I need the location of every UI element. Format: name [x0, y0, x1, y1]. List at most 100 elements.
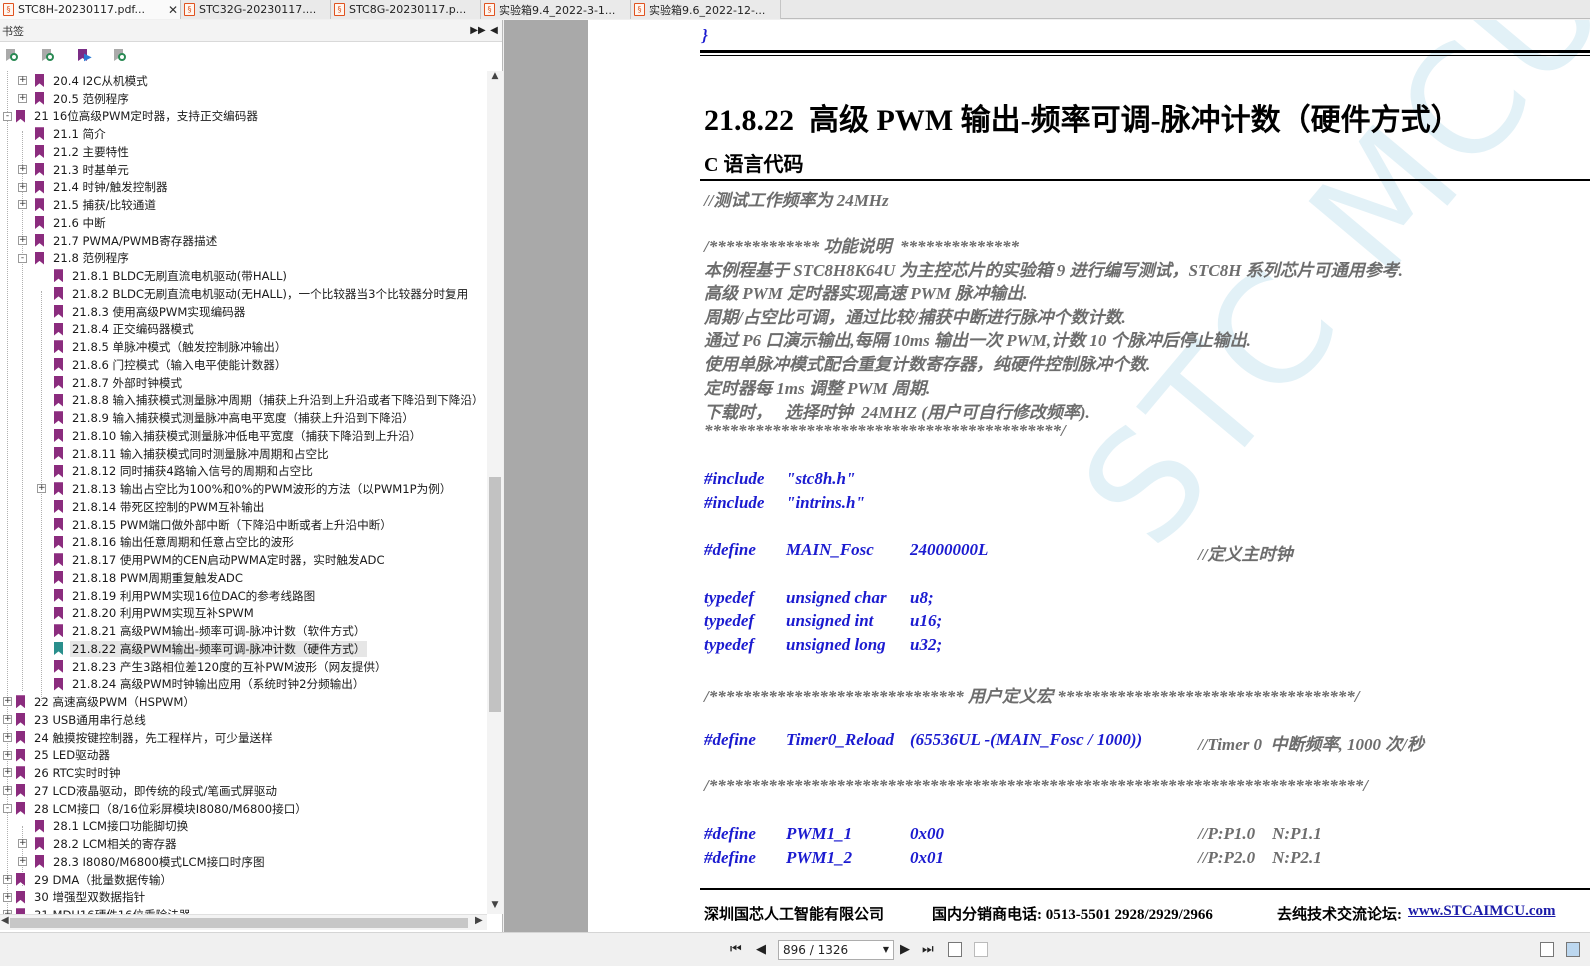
tab-document[interactable]: § 实验箱9.6_2022-12-...: [631, 0, 781, 19]
bookmark-item[interactable]: 21.1 简介: [0, 125, 487, 143]
tab-document[interactable]: § STC32G-20230117....: [181, 0, 331, 19]
bookmark-item[interactable]: 21.8.23 产生3路相位差120度的互补PWM波形（网友提供）: [0, 658, 487, 676]
bookmark-collapse-icon[interactable]: [40, 48, 56, 64]
expand-icon[interactable]: +: [3, 786, 12, 795]
panel-collapse-icon[interactable]: ◀: [486, 25, 502, 36]
scroll-thumb[interactable]: [489, 477, 501, 712]
expand-icon[interactable]: +: [18, 76, 27, 85]
next-page-button[interactable]: ▶: [900, 942, 910, 957]
bookmark-item[interactable]: 21.2 主要特性: [0, 143, 487, 161]
fit-width-icon[interactable]: [948, 942, 962, 957]
single-page-view-icon[interactable]: [1540, 942, 1554, 957]
bookmark-goto-icon[interactable]: ▶: [76, 48, 92, 64]
bookmark-item[interactable]: 21.6 中断: [0, 214, 487, 232]
bookmark-item[interactable]: +23 USB通用串行总线: [0, 711, 487, 729]
bookmark-item[interactable]: 21.8.15 PWM端口做外部中断（下降沿中断或者上升沿中断）: [0, 516, 487, 534]
bookmarks-horizontal-scrollbar[interactable]: ◀ ▶: [0, 914, 487, 930]
bookmark-item[interactable]: 21.8.18 PWM周期重复触发ADC: [0, 569, 487, 587]
bookmark-item[interactable]: +29 DMA（批量数据传输）: [0, 871, 487, 889]
bookmark-item[interactable]: +21.4 时钟/触发控制器: [0, 179, 487, 197]
continuous-view-icon[interactable]: [1566, 942, 1580, 957]
bookmark-item[interactable]: 21.8.2 BLDC无刷直流电机驱动(无HALL)，一个比较器当3个比较器分时…: [0, 285, 487, 303]
bookmark-item[interactable]: 21.8.4 正交编码器模式: [0, 321, 487, 339]
bookmark-item[interactable]: 21.8.11 输入捕获模式同时测量脉冲周期和占空比: [0, 445, 487, 463]
expand-icon[interactable]: +: [3, 697, 12, 707]
expand-icon[interactable]: +: [37, 484, 46, 494]
bookmark-item[interactable]: +20.4 I2C从机模式: [0, 72, 487, 90]
tab-document[interactable]: § STC8H-20230117.pdf... ✕: [0, 0, 181, 19]
bookmark-item[interactable]: 21.8.14 带死区控制的PWM互补输出: [0, 498, 487, 516]
bookmark-item[interactable]: +30 增强型双数据指针: [0, 889, 487, 907]
bookmark-item[interactable]: - 28 LCM接口（8/16位彩屏模块I8080/M6800接口）: [0, 800, 487, 818]
bookmark-item[interactable]: 21.8.20 利用PWM实现互补SPWM: [0, 605, 487, 623]
expand-icon[interactable]: +: [3, 750, 12, 760]
bookmark-expand-icon[interactable]: [4, 48, 20, 64]
bookmark-item[interactable]: +20.5 范例程序: [0, 90, 487, 108]
bookmark-item[interactable]: 21.8.24 高级PWM时钟输出应用（系统时钟2分频输出）: [0, 676, 487, 694]
page-number-input[interactable]: 896 / 1326 ▼: [778, 940, 894, 960]
bookmark-item[interactable]: 28.1 LCM接口功能脚切换: [0, 818, 487, 836]
bookmark-item[interactable]: 21.8.21 高级PWM输出-频率可调-脉冲计数（软件方式）: [0, 622, 487, 640]
expand-icon[interactable]: +: [18, 200, 27, 210]
collapse-icon[interactable]: -: [3, 111, 12, 121]
bookmark-item[interactable]: 21.8.16 输出任意周期和任意占空比的波形: [0, 534, 487, 552]
scroll-left-icon[interactable]: ◀: [1, 915, 9, 926]
bookmark-item[interactable]: 21.8.7 外部时钟模式: [0, 374, 487, 392]
bookmark-item[interactable]: +22 高速高级PWM（HSPWM）: [0, 693, 487, 711]
bookmark-item[interactable]: 21.8.1 BLDC无刷直流电机驱动(带HALL): [0, 267, 487, 285]
chevron-down-icon[interactable]: ▼: [883, 941, 889, 959]
hscroll-thumb[interactable]: [10, 918, 468, 928]
expand-icon[interactable]: +: [18, 93, 27, 103]
bookmark-item[interactable]: 21.8.22 高级PWM输出-频率可调-脉冲计数（硬件方式）: [0, 640, 487, 658]
bookmark-item[interactable]: +24 触摸按键控制器，先工程样片，可少量送样: [0, 729, 487, 747]
bookmark-item[interactable]: +26 RTC实时时钟: [0, 764, 487, 782]
bookmark-item[interactable]: +31 MDU16硬件16位乘除法器: [0, 906, 487, 914]
bookmark-item[interactable]: 21.8.9 输入捕获模式测量脉冲高电平宽度（捕获上升沿到下降沿）: [0, 409, 487, 427]
bookmark-item[interactable]: 21.8.3 使用高级PWM实现编码器: [0, 303, 487, 321]
bookmark-item[interactable]: +25 LED驱动器: [0, 747, 487, 765]
fit-page-icon[interactable]: [974, 942, 988, 957]
last-page-button[interactable]: ⏭: [922, 942, 934, 957]
bookmark-item[interactable]: 21.8.12 同时捕获4路输入信号的周期和占空比: [0, 463, 487, 481]
expand-icon[interactable]: +: [18, 839, 27, 849]
bookmark-item[interactable]: +27 LCD液晶驱动，即传统的段式/笔画式屏驱动: [0, 782, 487, 800]
bookmark-item[interactable]: +28.3 I8080/M6800模式LCM接口时序图: [0, 853, 487, 871]
bookmark-item[interactable]: +21.7 PWMA/PWMB寄存器描述: [0, 232, 487, 250]
expand-icon[interactable]: +: [18, 857, 27, 866]
prev-page-button[interactable]: ◀: [756, 942, 766, 957]
collapse-icon[interactable]: -: [3, 803, 12, 813]
scroll-down-icon[interactable]: ▼: [487, 900, 503, 914]
bookmark-item[interactable]: +21.3 时基单元: [0, 161, 487, 179]
bookmark-item[interactable]: +21.8.13 输出占空比为100%和0%的PWM波形的方法（以PWM1P为例…: [0, 480, 487, 498]
bookmark-item[interactable]: - 21.8 范例程序: [0, 250, 487, 268]
expand-icon[interactable]: +: [18, 182, 27, 192]
scroll-right-icon[interactable]: ▶: [475, 915, 483, 926]
tab-document[interactable]: § 实验箱9.4_2022-3-1...: [481, 0, 631, 19]
expand-icon[interactable]: +: [18, 235, 27, 245]
bookmark-item[interactable]: 21.8.19 利用PWM实现16位DAC的参考线路图: [0, 587, 487, 605]
bookmark-item[interactable]: +21.5 捕获/比较通道: [0, 196, 487, 214]
footer-forum-link[interactable]: www.STCAIMCU.com: [1408, 903, 1556, 920]
bookmark-label: 30 增强型双数据指针: [34, 890, 146, 905]
tab-document[interactable]: § STC8G-20230117.p...: [331, 0, 481, 19]
bookmark-item[interactable]: 21.8.17 使用PWM的CEN启动PWMA定时器，实时触发ADC: [0, 551, 487, 569]
close-icon[interactable]: ✕: [166, 3, 180, 17]
collapse-icon[interactable]: -: [18, 253, 27, 263]
expand-icon[interactable]: +: [18, 164, 27, 174]
bookmark-item[interactable]: - 21 16位高级PWM定时器，支持正交编码器: [0, 108, 487, 126]
expand-icon[interactable]: +: [3, 732, 12, 742]
bookmark-item[interactable]: 21.8.5 单脉冲模式（触发控制脉冲输出）: [0, 338, 487, 356]
expand-icon[interactable]: +: [3, 768, 12, 778]
bookmarks-vertical-scrollbar[interactable]: ▲ ▼: [487, 71, 503, 914]
bookmark-item[interactable]: 21.8.6 门控模式（输入电平使能计数器）: [0, 356, 487, 374]
expand-icon[interactable]: +: [3, 874, 12, 884]
expand-icon[interactable]: +: [3, 715, 12, 724]
panel-expand-icon[interactable]: ▶▶: [470, 25, 486, 36]
bookmark-search-icon[interactable]: [112, 48, 128, 64]
scroll-up-icon[interactable]: ▲: [487, 71, 503, 85]
bookmark-item[interactable]: 21.8.8 输入捕获模式测量脉冲周期（捕获上升沿到上升沿或者下降沿到下降沿）: [0, 392, 487, 410]
bookmark-item[interactable]: +28.2 LCM相关的寄存器: [0, 835, 487, 853]
first-page-button[interactable]: ⏮: [730, 942, 742, 957]
bookmark-item[interactable]: 21.8.10 输入捕获模式测量脉冲低电平宽度（捕获下降沿到上升沿）: [0, 427, 487, 445]
expand-icon[interactable]: +: [3, 892, 12, 902]
